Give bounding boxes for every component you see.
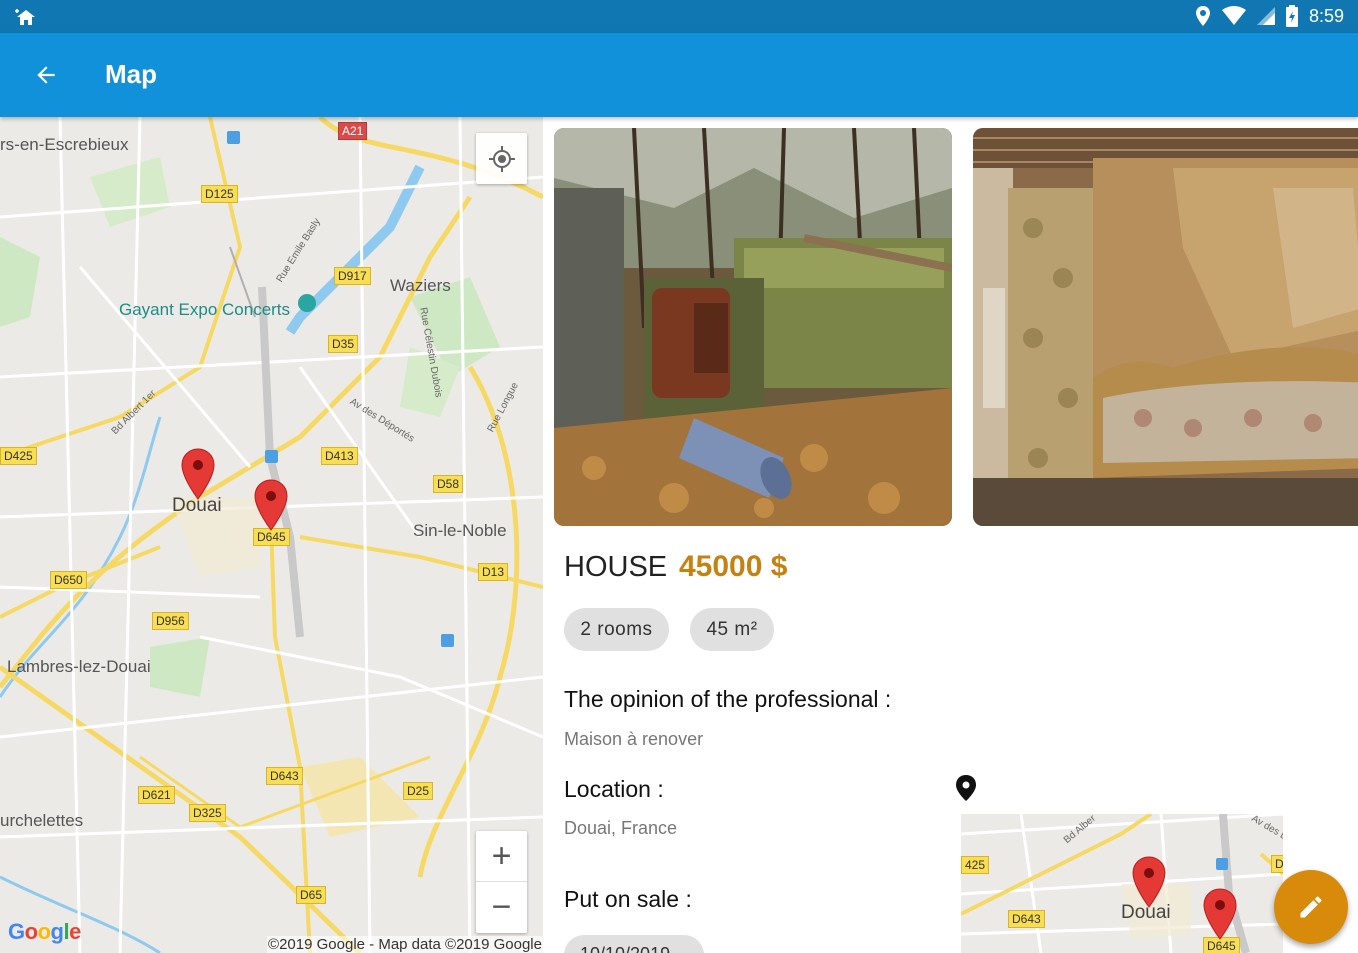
road-d650: D650 bbox=[50, 571, 87, 589]
location-mini-map[interactable]: 425 D643 D413 D645 Bd Alber Av des De Do… bbox=[961, 814, 1283, 953]
location-pin-icon bbox=[956, 775, 976, 801]
map-copyright: ©2019 Google - Map data ©2019 Google bbox=[267, 936, 543, 953]
arrow-back-icon bbox=[37, 66, 55, 84]
wifi-icon bbox=[1221, 6, 1246, 25]
app-bar: Map bbox=[0, 33, 1358, 117]
map-marker[interactable] bbox=[181, 448, 215, 500]
property-photo[interactable] bbox=[554, 128, 952, 526]
battery-icon bbox=[1285, 5, 1298, 27]
edit-button[interactable] bbox=[1274, 870, 1348, 944]
crosshair-icon bbox=[488, 145, 515, 172]
map-label-courchelettes: urchelettes bbox=[0, 811, 84, 830]
google-logo: Google bbox=[8, 919, 81, 944]
road-d643: D643 bbox=[266, 767, 303, 785]
road-d125: D125 bbox=[201, 185, 238, 203]
road-d65: D65 bbox=[296, 886, 327, 904]
page-title: Map bbox=[105, 59, 157, 89]
mini-road-d413: D413 bbox=[1271, 855, 1283, 873]
road-d13: D13 bbox=[478, 563, 509, 581]
road-d621: D621 bbox=[138, 786, 175, 804]
zoom-controls: + − bbox=[476, 831, 527, 933]
mini-road-d425: 425 bbox=[961, 856, 990, 874]
map-label-escrebieux: rs-en-Escrebieux bbox=[0, 135, 129, 154]
road-d58: D58 bbox=[433, 475, 464, 493]
road-d956: D956 bbox=[152, 612, 189, 630]
status-time: 8:59 bbox=[1308, 5, 1344, 26]
map-label-gayant: Gayant Expo Concerts bbox=[119, 300, 291, 319]
property-price: 45000 $ bbox=[679, 550, 788, 583]
map-label-lambres: Lambres-lez-Douai bbox=[7, 657, 151, 676]
zoom-in-button[interactable]: + bbox=[476, 831, 527, 882]
sale-date-chip: 10/10/2019 bbox=[564, 935, 704, 953]
property-detail: HOUSE 45000 $ 2 rooms 45 m² The opinion … bbox=[543, 117, 1358, 953]
location-title: Location : bbox=[564, 776, 664, 802]
road-d917: D917 bbox=[334, 267, 371, 285]
edit-pencil-icon bbox=[1300, 896, 1322, 918]
road-d425: D425 bbox=[0, 447, 37, 465]
road-d325: D325 bbox=[189, 804, 226, 822]
back-button[interactable] bbox=[28, 57, 64, 93]
signal-icon bbox=[1256, 7, 1275, 25]
location-icon bbox=[1195, 6, 1210, 26]
map-label-sin-le-noble: Sin-le-Noble bbox=[413, 521, 507, 540]
status-bar: 8:59 bbox=[0, 0, 1358, 33]
road-a21: A21 bbox=[338, 122, 368, 140]
sale-title: Put on sale : bbox=[564, 886, 692, 912]
zoom-out-button[interactable]: − bbox=[476, 882, 527, 933]
property-type: HOUSE bbox=[564, 551, 668, 583]
rooms-chip: 2 rooms bbox=[564, 608, 669, 651]
property-photo[interactable] bbox=[973, 128, 1358, 526]
my-location-button[interactable] bbox=[476, 133, 527, 184]
mini-map-marker bbox=[1132, 856, 1166, 908]
location-value: Douai, France bbox=[564, 818, 678, 838]
surface-chip: 45 m² bbox=[690, 608, 774, 651]
road-d25: D25 bbox=[403, 782, 434, 800]
road-d35: D35 bbox=[328, 335, 359, 353]
map-marker[interactable] bbox=[254, 479, 288, 531]
photo-interior-image bbox=[973, 128, 1358, 526]
home-notification-icon bbox=[15, 9, 35, 25]
mini-map-marker bbox=[1203, 888, 1237, 940]
mini-road-d643: D643 bbox=[1008, 910, 1045, 928]
photo-ruins-image bbox=[554, 128, 952, 526]
map-view[interactable]: rs-en-Escrebieux Waziers Gayant Expo Con… bbox=[0, 117, 543, 953]
map-label-waziers: Waziers bbox=[390, 276, 451, 295]
opinion-value: Maison à renover bbox=[564, 729, 704, 749]
opinion-title: The opinion of the professional : bbox=[564, 686, 892, 712]
road-d413: D413 bbox=[321, 447, 358, 465]
